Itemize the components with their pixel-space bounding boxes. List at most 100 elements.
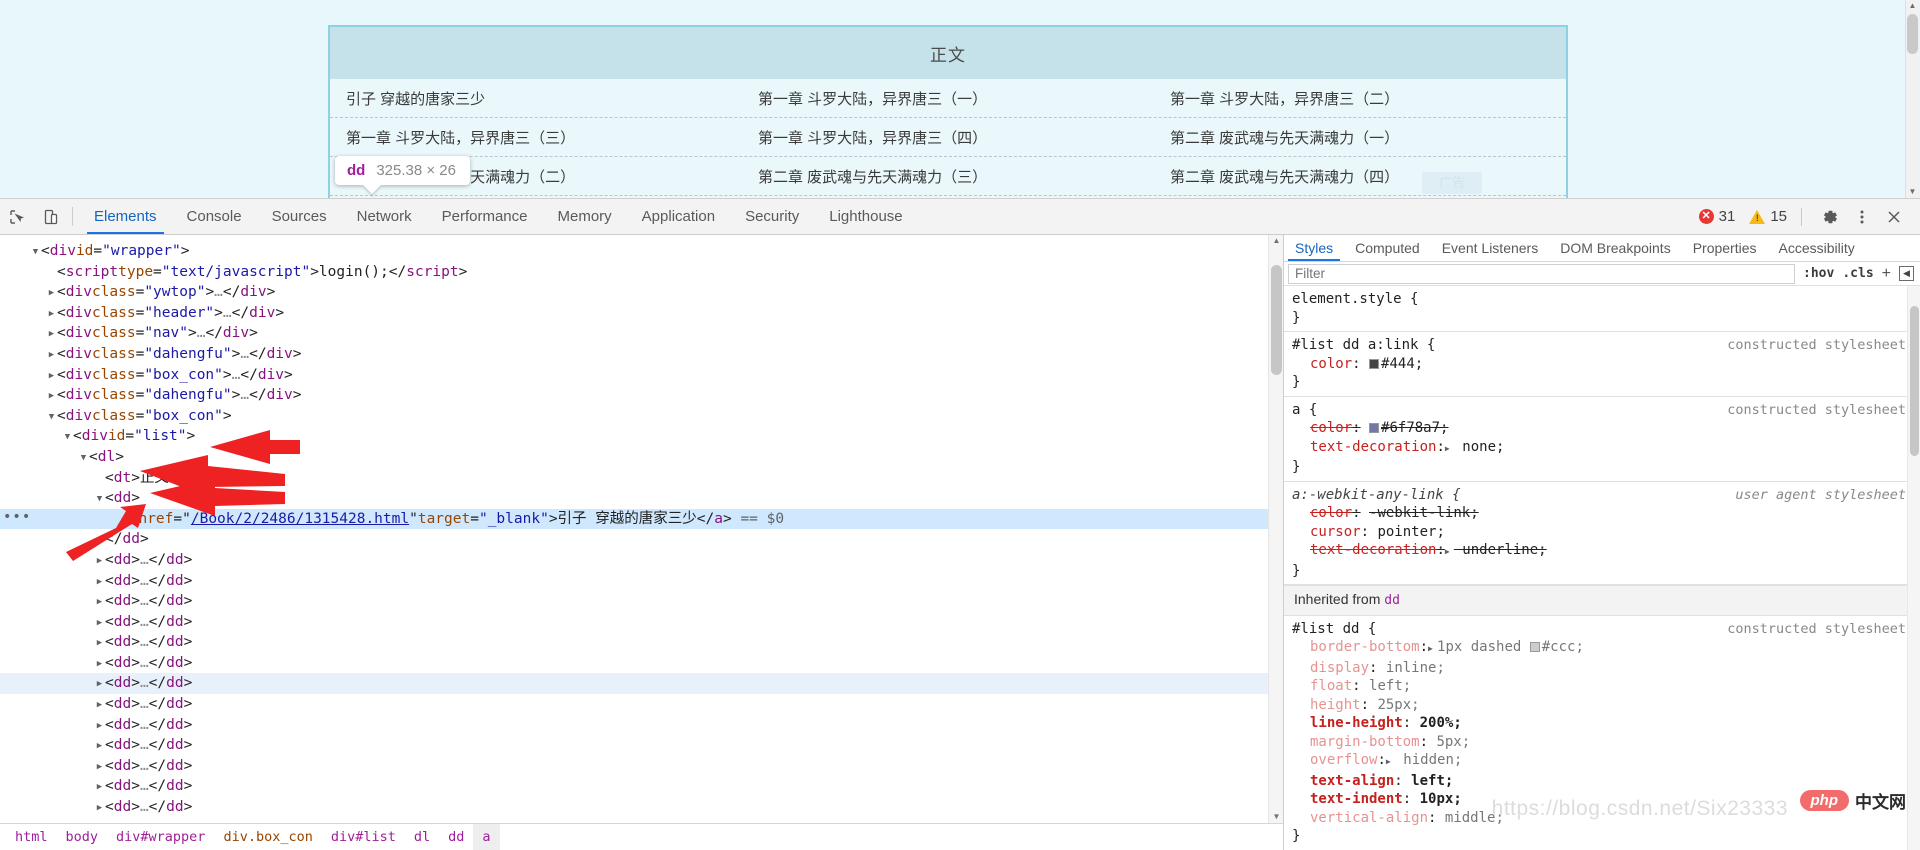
twisty-collapsed-icon[interactable]: ▶ [94, 551, 105, 572]
page-scroll-thumb[interactable] [1907, 14, 1918, 54]
twisty-collapsed-icon[interactable]: ▶ [94, 633, 105, 654]
style-declaration[interactable]: text-decoration:▶ none; [1284, 438, 1920, 459]
dom-node[interactable]: ▶<dd>…</dd> [0, 571, 1283, 592]
breadcrumb-item[interactable]: dd [439, 824, 473, 850]
dom-node[interactable]: ▶<dd>…</dd> [0, 694, 1283, 715]
twisty-collapsed-icon[interactable]: ▶ [94, 798, 105, 819]
twisty-expanded-icon[interactable]: ▼ [78, 448, 89, 469]
dom-node[interactable]: <dt>正文</dt> [0, 468, 1283, 489]
dom-node[interactable]: •••<a href="/Book/2/2486/1315428.html" t… [0, 509, 1283, 530]
node-more-icon[interactable]: ••• [3, 507, 31, 528]
declaration-value[interactable]: left; [1411, 773, 1453, 789]
style-declaration[interactable]: display: inline; [1284, 659, 1920, 678]
dom-node[interactable]: ▶<div class="box_con">…</div> [0, 365, 1283, 386]
style-declaration[interactable]: overflow:▶ hidden; [1284, 751, 1920, 772]
tab-accessibility[interactable]: Accessibility [1768, 235, 1866, 261]
tab-sources[interactable]: Sources [257, 199, 342, 234]
rule-origin[interactable]: constructed stylesheet [1727, 620, 1906, 639]
dom-node[interactable]: ▶<dd>…</dd> [0, 550, 1283, 571]
declaration-value[interactable]: pointer; [1377, 524, 1444, 540]
rule-origin[interactable]: constructed stylesheet [1727, 336, 1906, 355]
dom-node[interactable]: ▶<dd>…</dd> [0, 735, 1283, 756]
style-declaration[interactable]: cursor: pointer; [1284, 523, 1920, 542]
computed-sidebar-toggle[interactable]: ◀ [1899, 266, 1914, 281]
tab-dom-breakpoints[interactable]: DOM Breakpoints [1549, 235, 1681, 261]
rule-origin[interactable]: user agent stylesheet [1735, 486, 1906, 505]
declaration-property[interactable]: border-bottom [1310, 639, 1420, 655]
style-declaration[interactable]: border-bottom:▶1px dashed #ccc; [1284, 638, 1920, 659]
hov-toggle[interactable]: :hov [1803, 266, 1834, 281]
declaration-value[interactable]: left; [1369, 678, 1411, 694]
tab-network[interactable]: Network [342, 199, 427, 234]
declaration-property[interactable]: text-decoration [1310, 542, 1436, 558]
dom-node[interactable]: ▶<dd>…</dd> [0, 612, 1283, 633]
filter-input[interactable] [1288, 264, 1795, 284]
dom-node[interactable]: ▼<div id="wrapper"> [0, 241, 1283, 262]
styles-scroll-thumb[interactable] [1910, 306, 1919, 456]
tab-properties[interactable]: Properties [1682, 235, 1768, 261]
declaration-value[interactable]: 10px; [1420, 791, 1462, 807]
twisty-collapsed-icon[interactable]: ▶ [46, 386, 57, 407]
twisty-collapsed-icon[interactable]: ▶ [94, 654, 105, 675]
declaration-value[interactable]: 25px; [1377, 697, 1419, 713]
twisty-expanded-icon[interactable]: ▼ [62, 427, 73, 448]
tab-event-listeners[interactable]: Event Listeners [1431, 235, 1550, 261]
twisty-collapsed-icon[interactable]: ▶ [94, 777, 105, 798]
declaration-value[interactable]: #444; [1369, 356, 1423, 372]
twisty-collapsed-icon[interactable]: ▶ [46, 283, 57, 304]
dom-node[interactable]: ▶<div class="dahengfu">…</div> [0, 385, 1283, 406]
declaration-property[interactable]: color [1310, 356, 1352, 372]
style-declaration[interactable]: margin-bottom: 5px; [1284, 733, 1920, 752]
style-declaration[interactable]: color: #444; [1284, 355, 1920, 374]
declaration-value[interactable]: inline; [1386, 660, 1445, 676]
twisty-expanded-icon[interactable]: ▼ [46, 407, 57, 428]
twisty-collapsed-icon[interactable]: ▶ [46, 345, 57, 366]
rule-selector[interactable]: a:-webkit-any-link { [1292, 487, 1461, 503]
tab-lighthouse[interactable]: Lighthouse [814, 199, 917, 234]
tab-memory[interactable]: Memory [543, 199, 627, 234]
declaration-property[interactable]: cursor [1310, 524, 1361, 540]
declaration-property[interactable]: color [1310, 505, 1352, 521]
rule-selector[interactable]: a { [1292, 402, 1317, 418]
styles-scrollbar[interactable] [1907, 286, 1920, 850]
dom-node[interactable]: ▶<dd>…</dd> [0, 756, 1283, 777]
twisty-collapsed-icon[interactable]: ▶ [94, 736, 105, 757]
twisty-collapsed-icon[interactable]: ▶ [94, 716, 105, 737]
new-style-rule-button[interactable]: + [1882, 267, 1891, 281]
declaration-property[interactable]: display [1310, 660, 1369, 676]
dom-node[interactable]: ▶<dd>…</dd> [0, 776, 1283, 797]
breadcrumb-item[interactable]: div#list [322, 824, 405, 850]
dom-node[interactable]: ▼<dd> [0, 488, 1283, 509]
style-declaration[interactable]: color: #6f78a7; [1284, 419, 1920, 438]
color-swatch[interactable] [1530, 642, 1540, 652]
declaration-property[interactable]: text-decoration [1310, 439, 1436, 455]
breadcrumb-item[interactable]: body [57, 824, 108, 850]
declaration-expand-icon[interactable]: ▶ [1445, 440, 1454, 459]
twisty-collapsed-icon[interactable]: ▶ [94, 613, 105, 634]
breadcrumb-item[interactable]: dl [405, 824, 439, 850]
dom-node[interactable]: ▶<div class="nav">…</div> [0, 323, 1283, 344]
dom-node[interactable]: ▼<dl> [0, 447, 1283, 468]
twisty-collapsed-icon[interactable]: ▶ [94, 757, 105, 778]
dom-node[interactable]: ▶<dd>…</dd> [0, 797, 1283, 818]
device-toolbar-icon[interactable] [34, 199, 68, 234]
chapter-link[interactable]: 第一章 斗罗大陆，异界唐三（二） [1154, 88, 1566, 109]
cls-toggle[interactable]: .cls [1842, 266, 1873, 281]
color-swatch[interactable] [1369, 359, 1379, 369]
dom-scroll-down-arrow[interactable]: ▼ [1271, 812, 1282, 821]
tab-elements[interactable]: Elements [79, 199, 172, 234]
declaration-expand-icon[interactable]: ▶ [1428, 640, 1437, 659]
twisty-expanded-icon[interactable]: ▼ [30, 242, 41, 263]
breadcrumb-item[interactable]: a [473, 824, 499, 850]
style-declaration[interactable]: line-height: 200%; [1284, 714, 1920, 733]
dom-scrollbar[interactable]: ▲ ▼ [1268, 235, 1283, 850]
twisty-collapsed-icon[interactable]: ▶ [46, 324, 57, 345]
declaration-value[interactable]: hidden; [1395, 752, 1462, 768]
declaration-value[interactable]: 200%; [1420, 715, 1462, 731]
dom-node[interactable]: ▶<div class="header">…</div> [0, 303, 1283, 324]
node-href-link[interactable]: /Book/2/2486/1315428.html [191, 511, 409, 527]
chapter-link[interactable]: 第二章 废武魂与先天满魂力（三） [742, 166, 1154, 187]
chapter-link[interactable]: 第一章 斗罗大陆，异界唐三（四） [742, 127, 1154, 148]
declaration-value[interactable]: none; [1454, 439, 1505, 455]
dom-node[interactable]: ▶<dd>…</dd> [0, 715, 1283, 736]
